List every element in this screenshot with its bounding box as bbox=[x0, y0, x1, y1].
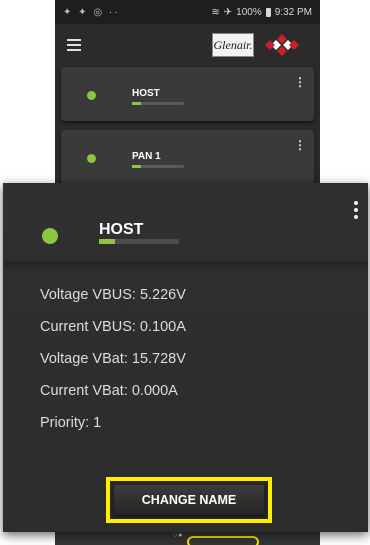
voltage-vbat: Voltage VBat: 15.728V bbox=[40, 351, 186, 367]
airplane-icon: ✈ bbox=[223, 6, 233, 18]
device-card-pan1[interactable]: PAN 1 ⋮ bbox=[61, 130, 314, 184]
battery-icon bbox=[265, 7, 271, 17]
more-vert-icon[interactable]: ⋮ bbox=[294, 76, 306, 88]
voltage-vbus: Voltage VBUS: 5.226V bbox=[40, 287, 186, 303]
notification-icons: ✦ ✦ ◎ ·· bbox=[63, 6, 120, 18]
hamburger-icon[interactable] bbox=[67, 39, 81, 51]
diamond-logo-icon bbox=[265, 34, 299, 56]
current-vbat: Current VBat: 0.000A bbox=[40, 383, 178, 399]
battery-percent: 100% bbox=[236, 6, 262, 18]
signal-bar bbox=[99, 239, 179, 244]
status-bar: ✦ ✦ ◎ ·· ≋ ✈ 100% 9:32 PM bbox=[55, 0, 320, 24]
status-right: ≋ ✈ 100% 9:32 PM bbox=[211, 7, 312, 18]
device-name: HOST bbox=[99, 221, 144, 238]
signal-bar bbox=[132, 165, 184, 168]
device-stats: Voltage VBUS: 5.226V Current VBUS: 0.100… bbox=[40, 286, 186, 446]
device-detail-card: HOST Voltage VBUS: 5.226V Current VBUS: … bbox=[3, 183, 368, 532]
device-name: HOST bbox=[132, 88, 160, 99]
device-name: PAN 1 bbox=[132, 151, 161, 162]
app-bar: Glenair. bbox=[55, 24, 320, 66]
clock: 9:32 PM bbox=[274, 6, 312, 18]
status-dot bbox=[87, 91, 96, 100]
logo-text: Glenair. bbox=[213, 37, 253, 52]
page-indicator-icon: ○● bbox=[173, 532, 184, 539]
wifi-icon: ≋ bbox=[211, 6, 220, 18]
priority: Priority: 1 bbox=[40, 415, 102, 431]
glenair-logo: Glenair. bbox=[212, 33, 254, 57]
device-card-host[interactable]: HOST ⋮ bbox=[61, 67, 314, 121]
status-dot bbox=[42, 228, 58, 244]
status-dot bbox=[87, 154, 96, 163]
more-vert-icon[interactable]: ⋮ bbox=[294, 139, 306, 151]
highlight-oval bbox=[187, 536, 259, 545]
current-vbus: Current VBUS: 0.100A bbox=[40, 319, 186, 335]
more-vert-icon[interactable] bbox=[352, 201, 360, 219]
change-name-button[interactable]: CHANGE NAME bbox=[106, 477, 272, 523]
change-name-label: CHANGE NAME bbox=[114, 485, 264, 515]
signal-bar bbox=[132, 102, 184, 105]
divider bbox=[3, 261, 368, 271]
